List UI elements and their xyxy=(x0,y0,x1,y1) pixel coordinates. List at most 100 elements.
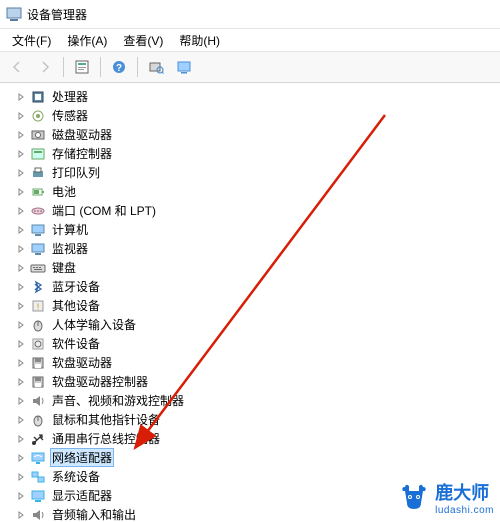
menu-help[interactable]: 帮助(H) xyxy=(171,30,228,51)
hid-icon xyxy=(30,317,46,333)
tree-item-label[interactable]: 蓝牙设备 xyxy=(50,277,102,296)
expand-icon[interactable] xyxy=(14,223,28,237)
tree-item-battery[interactable]: 电池 xyxy=(6,182,500,201)
other-icon: ! xyxy=(30,298,46,314)
expand-icon[interactable] xyxy=(14,451,28,465)
tree-item-label[interactable]: 声音、视频和游戏控制器 xyxy=(50,391,186,410)
tree-item-label[interactable]: 传感器 xyxy=(50,106,90,125)
tree-item-label[interactable]: 其他设备 xyxy=(50,296,102,315)
expand-icon[interactable] xyxy=(14,470,28,484)
tree-item-label[interactable]: 软盘驱动器控制器 xyxy=(50,372,150,391)
tree-item-label[interactable]: 系统设备 xyxy=(50,467,102,486)
toolbar-separator xyxy=(100,57,101,77)
tree-item-sensor[interactable]: 传感器 xyxy=(6,106,500,125)
expand-icon[interactable] xyxy=(14,147,28,161)
tree-item-label[interactable]: 磁盘驱动器 xyxy=(50,125,114,144)
storage-icon xyxy=(30,146,46,162)
expand-icon[interactable] xyxy=(14,413,28,427)
tree-item-floppy[interactable]: 软盘驱动器 xyxy=(6,353,500,372)
expand-icon[interactable] xyxy=(14,242,28,256)
tree-item-monitor[interactable]: 监视器 xyxy=(6,239,500,258)
tree-item-keyboard[interactable]: 键盘 xyxy=(6,258,500,277)
expand-icon[interactable] xyxy=(14,109,28,123)
expand-icon[interactable] xyxy=(14,489,28,503)
mouse-icon xyxy=(30,412,46,428)
tree-item-label[interactable]: 网络适配器 xyxy=(50,448,114,467)
tree-item-label[interactable]: 电池 xyxy=(50,182,78,201)
tree-item-label[interactable]: 处理器 xyxy=(50,87,90,106)
audio-icon xyxy=(30,393,46,409)
menu-action[interactable]: 操作(A) xyxy=(59,30,115,51)
tree-item-usb[interactable]: 通用串行总线控制器 xyxy=(6,429,500,448)
window-title: 设备管理器 xyxy=(27,6,87,23)
menu-view[interactable]: 查看(V) xyxy=(115,30,171,51)
scan-hardware-button[interactable] xyxy=(143,54,169,80)
device-tree[interactable]: 处理器传感器磁盘驱动器存储控制器打印队列电池端口 (COM 和 LPT)计算机监… xyxy=(0,83,500,522)
properties-button[interactable] xyxy=(69,54,95,80)
toolbar-separator xyxy=(137,57,138,77)
expand-icon[interactable] xyxy=(14,90,28,104)
printer-icon xyxy=(30,165,46,181)
software-icon xyxy=(30,336,46,352)
tree-item-label[interactable]: 显示适配器 xyxy=(50,486,114,505)
expand-icon[interactable] xyxy=(14,299,28,313)
display-icon xyxy=(30,488,46,504)
tree-item-mouse[interactable]: 鼠标和其他指针设备 xyxy=(6,410,500,429)
tree-item-audio[interactable]: 声音、视频和游戏控制器 xyxy=(6,391,500,410)
toolbar: ? xyxy=(0,52,500,83)
toolbar-separator xyxy=(63,57,64,77)
tree-item-disk[interactable]: 磁盘驱动器 xyxy=(6,125,500,144)
tree-item-label[interactable]: 鼠标和其他指针设备 xyxy=(50,410,162,429)
tree-item-floppyctl[interactable]: 软盘驱动器控制器 xyxy=(6,372,500,391)
view-button[interactable] xyxy=(171,54,197,80)
tree-item-label[interactable]: 存储控制器 xyxy=(50,144,114,163)
watermark-url: ludashi.com xyxy=(435,505,494,516)
watermark-logo: 鹿大师 ludashi.com xyxy=(397,479,494,516)
nav-back-button[interactable] xyxy=(4,54,30,80)
tree-item-label[interactable]: 键盘 xyxy=(50,258,78,277)
expand-icon[interactable] xyxy=(14,508,28,522)
tree-item-label[interactable]: 监视器 xyxy=(50,239,90,258)
expand-icon[interactable] xyxy=(14,166,28,180)
usb-icon xyxy=(30,431,46,447)
svg-text:?: ? xyxy=(116,63,122,74)
tree-item-label[interactable]: 端口 (COM 和 LPT) xyxy=(50,201,158,220)
expand-icon[interactable] xyxy=(14,318,28,332)
tree-item-label[interactable]: 人体学输入设备 xyxy=(50,315,138,334)
expand-icon[interactable] xyxy=(14,337,28,351)
tree-item-software[interactable]: 软件设备 xyxy=(6,334,500,353)
expand-icon[interactable] xyxy=(14,432,28,446)
sensor-icon xyxy=(30,108,46,124)
keyboard-icon xyxy=(30,260,46,276)
expand-icon[interactable] xyxy=(14,261,28,275)
expand-icon[interactable] xyxy=(14,394,28,408)
cpu-icon xyxy=(30,89,46,105)
tree-item-network[interactable]: 网络适配器 xyxy=(6,448,500,467)
svg-text:!: ! xyxy=(37,302,40,312)
tree-item-computer[interactable]: 计算机 xyxy=(6,220,500,239)
expand-icon[interactable] xyxy=(14,375,28,389)
tree-item-storage[interactable]: 存储控制器 xyxy=(6,144,500,163)
nav-forward-button[interactable] xyxy=(32,54,58,80)
menubar: 文件(F) 操作(A) 查看(V) 帮助(H) xyxy=(0,29,500,52)
disk-icon xyxy=(30,127,46,143)
tree-item-label[interactable]: 软件设备 xyxy=(50,334,102,353)
tree-item-printer[interactable]: 打印队列 xyxy=(6,163,500,182)
expand-icon[interactable] xyxy=(14,204,28,218)
tree-item-bluetooth[interactable]: 蓝牙设备 xyxy=(6,277,500,296)
help-button[interactable]: ? xyxy=(106,54,132,80)
expand-icon[interactable] xyxy=(14,128,28,142)
tree-item-label[interactable]: 音频输入和输出 xyxy=(50,505,138,522)
expand-icon[interactable] xyxy=(14,185,28,199)
tree-item-label[interactable]: 计算机 xyxy=(50,220,90,239)
tree-item-cpu[interactable]: 处理器 xyxy=(6,87,500,106)
expand-icon[interactable] xyxy=(14,280,28,294)
tree-item-other[interactable]: ! 其他设备 xyxy=(6,296,500,315)
tree-item-label[interactable]: 打印队列 xyxy=(50,163,102,182)
expand-icon[interactable] xyxy=(14,356,28,370)
tree-item-label[interactable]: 通用串行总线控制器 xyxy=(50,429,162,448)
tree-item-port[interactable]: 端口 (COM 和 LPT) xyxy=(6,201,500,220)
menu-file[interactable]: 文件(F) xyxy=(4,30,59,51)
tree-item-label[interactable]: 软盘驱动器 xyxy=(50,353,114,372)
tree-item-hid[interactable]: 人体学输入设备 xyxy=(6,315,500,334)
